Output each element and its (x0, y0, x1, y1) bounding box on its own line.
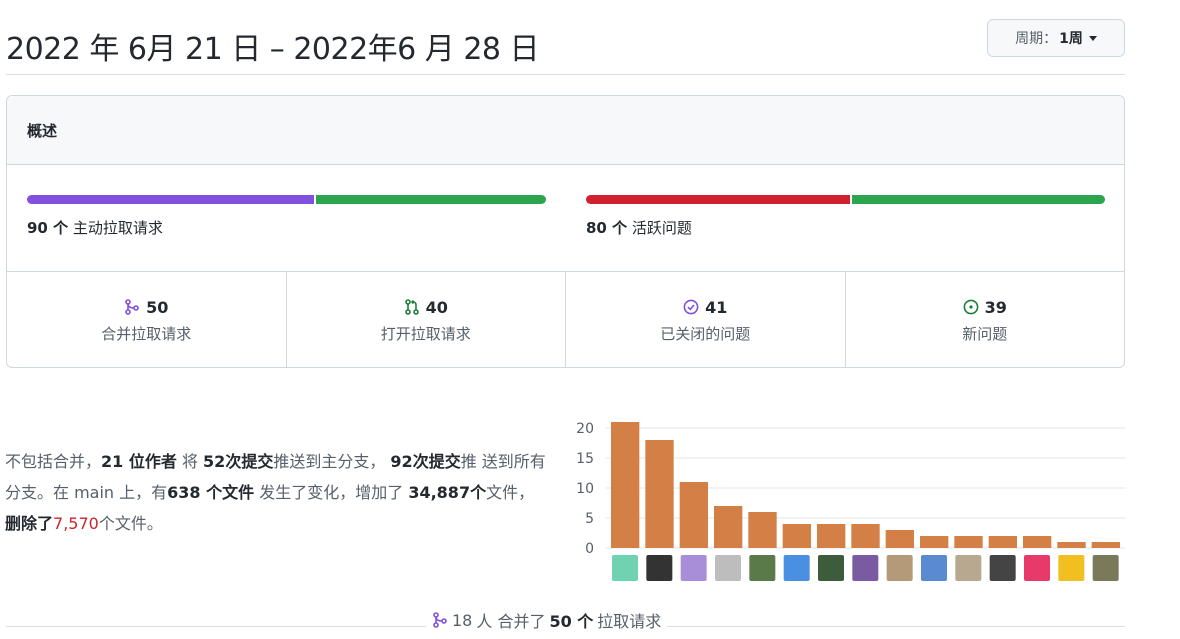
period-value: 1周 (1059, 31, 1083, 47)
overview-stats-row: 50 合并拉取请求 40 打开拉取请求 41 已关闭的问题 39 新问题 (7, 272, 1125, 367)
page-title: 2022 年 6月 21 日 – 2022年6 月 28 日 (6, 32, 540, 67)
merged-prs-segment (27, 195, 315, 204)
closed-issues-segment (586, 195, 850, 204)
contributor-avatar[interactable] (955, 555, 982, 581)
contributor-bar[interactable] (1057, 542, 1086, 548)
active-issues-count: 80 个 (586, 219, 628, 237)
y-tick-label: 10 (576, 481, 594, 497)
y-tick-label: 0 (585, 541, 594, 557)
contributor-avatar[interactable] (783, 555, 810, 581)
active-prs-summary[interactable]: 90 个 主动拉取请求 (27, 195, 546, 238)
new-issues-segment (851, 195, 1105, 204)
overview-progress-row: 90 个 主动拉取请求 80 个 活跃问题 (7, 165, 1124, 272)
authors-link[interactable]: 21 位作者 (101, 452, 177, 471)
contributor-avatar[interactable] (921, 555, 947, 581)
open-prs-segment (316, 195, 546, 204)
caret-down-icon (1088, 35, 1097, 41)
contributor-avatar[interactable] (715, 555, 741, 581)
contributor-avatar[interactable] (818, 555, 844, 581)
contributor-avatar[interactable] (1024, 555, 1050, 581)
y-tick-label: 15 (576, 451, 594, 467)
contributor-bar[interactable] (611, 422, 640, 548)
merge-icon (125, 299, 139, 315)
contributor-avatar[interactable] (612, 555, 638, 581)
deletions-count: 7,570 (53, 514, 99, 533)
contributor-avatar[interactable] (749, 555, 776, 581)
active-prs-bar (27, 195, 546, 204)
contributor-bar[interactable] (645, 440, 674, 548)
footer-merge-summary: 18 人 合并了 50 个 拉取请求 (426, 608, 668, 632)
contributors-bar-chart: 0 5 10 15 20 (576, 421, 1125, 581)
stat-merged-prs[interactable]: 50 合并拉取请求 (7, 272, 287, 367)
period-dropdown-button[interactable]: 周期： 1周 (987, 19, 1125, 57)
contributor-bar[interactable] (988, 536, 1017, 548)
contributor-bar[interactable] (679, 482, 708, 548)
y-tick-label: 5 (585, 511, 594, 527)
stat-open-prs[interactable]: 40 打开拉取请求 (287, 272, 566, 367)
commits-main-link[interactable]: 52次提交 (203, 452, 273, 471)
commit-summary: 不包括合并，21 位作者 将 52次提交推送到主分支， 92次提交推 送到所有分… (5, 452, 546, 533)
contributor-avatar[interactable] (1092, 555, 1119, 581)
contributor-bar[interactable] (1091, 542, 1120, 548)
overview-heading: 概述 (7, 96, 1124, 165)
pulse-page: 2022 年 6月 21 日 – 2022年6 月 28 日 周期： 1周 概述… (0, 0, 1180, 639)
contributor-avatar[interactable] (989, 555, 1016, 581)
page-header: 2022 年 6月 21 日 – 2022年6 月 28 日 周期： 1周 (6, 18, 1125, 75)
contributor-bar[interactable] (782, 524, 811, 548)
contributor-bar[interactable] (1023, 536, 1052, 548)
active-prs-count: 90 个 (27, 219, 69, 237)
contributor-avatar[interactable] (852, 555, 879, 581)
additions-count: 34,887 (408, 483, 471, 502)
active-issues-label: 80 个 活跃问题 (586, 219, 692, 237)
active-prs-label: 90 个 主动拉取请求 (27, 219, 163, 237)
stat-closed-issues[interactable]: 41 已关闭的问题 (566, 272, 846, 367)
issue-open-icon (963, 299, 979, 315)
contributor-bar[interactable] (714, 506, 743, 548)
contributor-bar[interactable] (920, 536, 949, 548)
deleted-label: 删除了 (5, 514, 54, 533)
stat-new-issues[interactable]: 39 新问题 (846, 272, 1125, 367)
files-changed: 638 个文件 (167, 483, 255, 502)
contributor-bar[interactable] (954, 536, 983, 548)
contributor-avatar[interactable] (1058, 555, 1085, 581)
contributor-bar[interactable] (885, 530, 914, 548)
active-issues-summary[interactable]: 80 个 活跃问题 (586, 195, 1105, 238)
contributor-avatar[interactable] (886, 555, 913, 581)
merge-icon (433, 612, 447, 628)
contributor-bar[interactable] (851, 524, 880, 548)
contributor-avatar[interactable] (680, 555, 707, 581)
y-tick-label: 20 (576, 421, 594, 437)
issue-closed-icon (683, 299, 699, 315)
contributor-bar[interactable] (817, 524, 846, 548)
pull-request-icon (404, 299, 419, 315)
contributor-avatar[interactable] (646, 555, 673, 581)
period-label: 周期： (1015, 31, 1058, 47)
commits-all-link[interactable]: 92次提交 (390, 452, 460, 471)
active-issues-bar (586, 195, 1105, 204)
overview-box: 概述 90 个 主动拉取请求 80 个 活跃问题 50 合并拉取请求 40 打开… (6, 95, 1125, 368)
contributor-bar[interactable] (748, 512, 777, 548)
